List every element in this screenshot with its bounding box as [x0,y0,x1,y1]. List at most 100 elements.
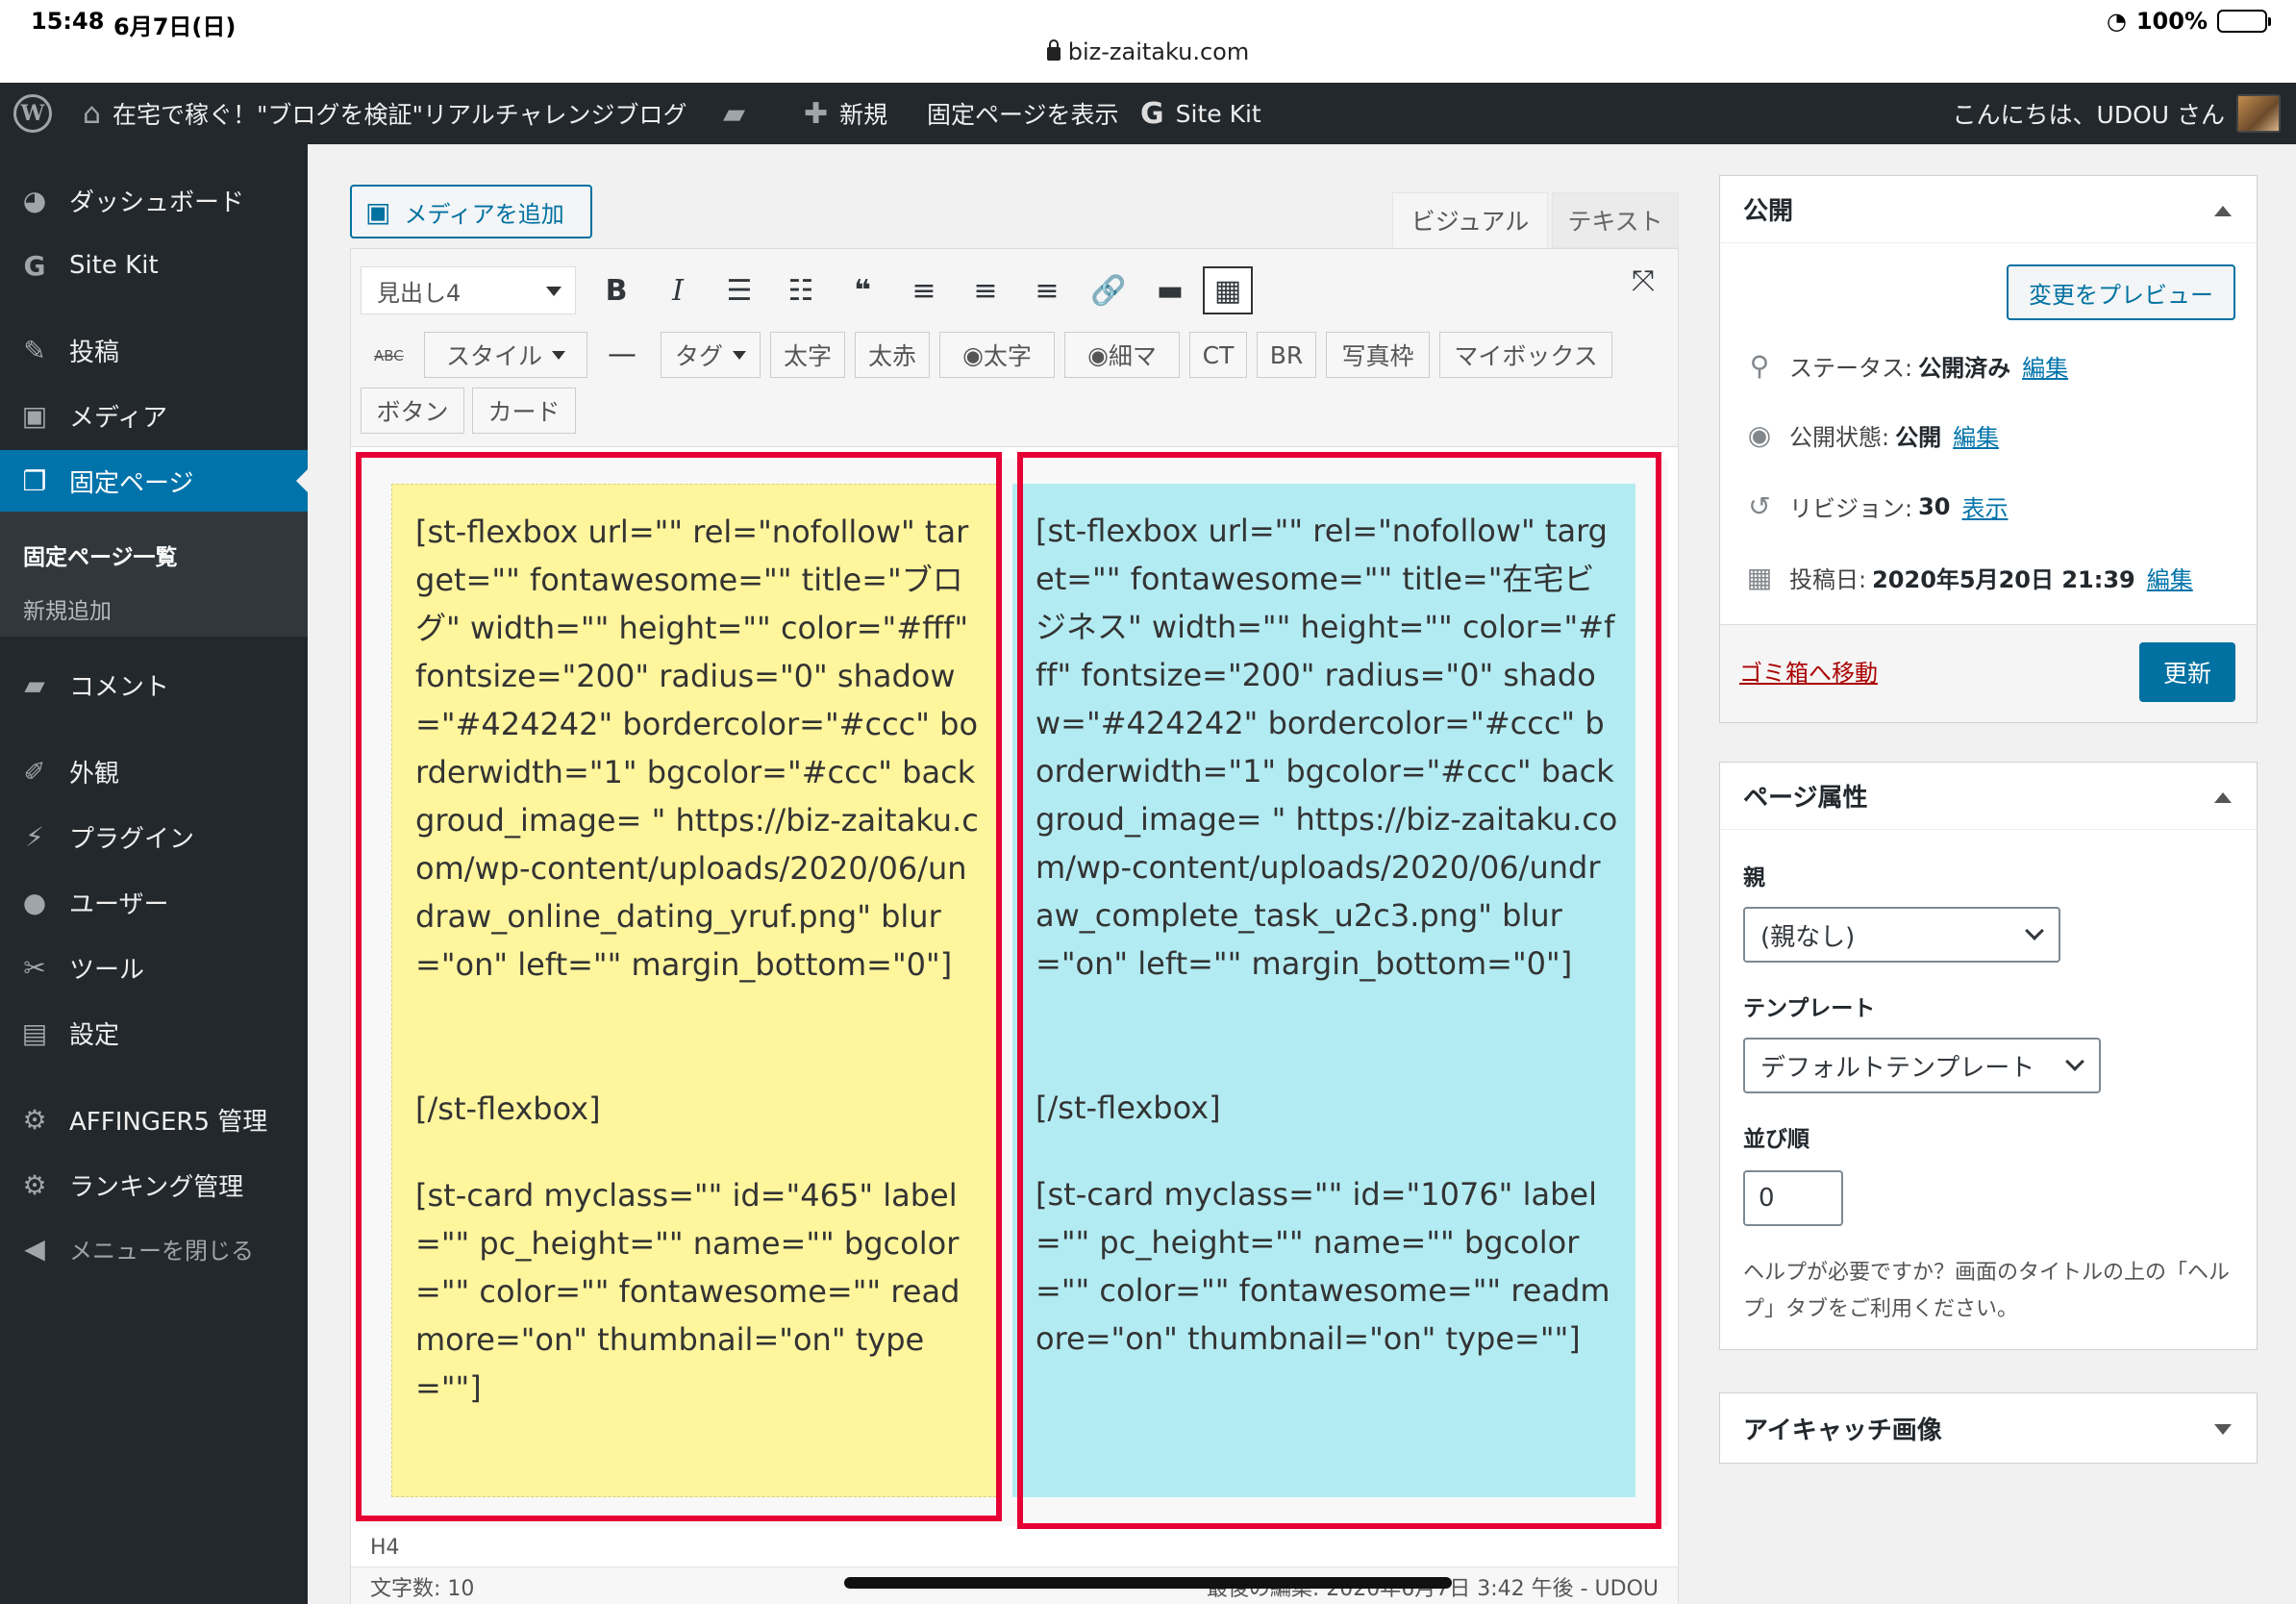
order-input[interactable]: 0 [1743,1170,1843,1226]
align-center-icon[interactable]: ≡ [961,266,1011,314]
page-attributes-box: ページ属性 親 (親なし) テンプレート デフォルトテンプレート 並び順 0 ヘ… [1719,762,2258,1350]
italic-icon[interactable]: I [653,266,703,314]
bullet-list-icon[interactable]: ☰ [714,266,764,314]
submenu-add-new[interactable]: 新規追加 [23,592,112,625]
flexbox-left-yellow[interactable]: [st-flexbox url="" rel="nofollow" target… [391,484,1001,1497]
revisions-row: ↺ リビジョン: 30 表示 [1737,489,2009,523]
view-page-link[interactable]: 固定ページを表示 [927,83,1119,144]
template-select-value: デフォルトテンプレート [1760,1053,2035,1083]
element-path[interactable]: H4 [351,1528,1678,1566]
featured-image-box[interactable]: アイキャッチ画像 [1719,1392,2258,1464]
sidebar-item-media[interactable]: ▣ メディア [0,385,308,446]
tab-text[interactable]: テキスト [1552,192,1679,248]
strikethrough-button[interactable]: ABC [374,347,404,364]
sidebar-item-ranking[interactable]: ⚙ ランキング管理 [0,1154,308,1216]
user-bold-label: 太字 [983,342,1032,370]
tab-visual[interactable]: ビジュアル [1392,192,1548,248]
sidebar-item-tools[interactable]: ✂ ツール [0,937,308,998]
eye-icon: ◉ [1747,419,1772,451]
gear-icon: ⚙ [22,1168,47,1201]
align-left-icon[interactable]: ≡ [899,266,949,314]
fullscreen-icon[interactable]: ⤧ [1618,257,1668,305]
sidebar-item-dashboard[interactable]: ◕ ダッシュボード [0,169,308,231]
update-button[interactable]: 更新 [2139,642,2235,702]
view-page-label: 固定ページを表示 [927,101,1119,129]
wordpress-icon: W [13,94,52,133]
horizontal-rule-icon[interactable]: — [597,330,647,378]
comments-link[interactable]: ▰ [723,83,757,144]
edit-visibility-link[interactable]: 編集 [1953,418,1999,452]
card-shortcode-button[interactable]: カード [472,388,576,434]
browse-revisions-link[interactable]: 表示 [1962,489,2009,523]
account-menu[interactable]: こんにちは、UDOU さん [1953,83,2281,144]
submenu-pages-list[interactable]: 固定ページ一覧 [23,539,178,571]
site-name-link[interactable]: ⌂ 在宅で稼ぐ！"ブログを検証"リアルチャレンジブログ [83,83,687,144]
sidebar-item-affinger[interactable]: ⚙ AFFINGER5 管理 [0,1089,308,1150]
sidebar-item-settings[interactable]: ▤ 設定 [0,1002,308,1064]
sidebar-item-appearance[interactable]: ✐ 外観 [0,740,308,802]
comment-bubble-icon: ▰ [24,668,45,701]
ct-button[interactable]: CT [1189,332,1247,378]
move-to-trash-link[interactable]: ゴミ箱へ移動 [1739,654,1878,688]
format-select[interactable]: 見出し4 [361,266,576,314]
card-shortcode: [st-card myclass="" id="465" label="" pc… [415,1177,961,1406]
sidebar-item-label: コメント [69,672,170,702]
format-select-value: 見出し4 [377,279,462,307]
sidebar-item-plugins[interactable]: ⚡ プラグイン [0,806,308,867]
editor-toolbar: 見出し4 B I ☰ ☷ ❝ ≡ ≡ ≡ 🔗 ▬ ▦ ⤧ ABC スタイル — … [351,249,1678,447]
home-icon: ⌂ [83,96,102,131]
collapse-arrow-icon: ◀ [24,1232,45,1265]
user-thin-button[interactable]: ◉ 細マ [1064,332,1180,378]
sitekit-label: Site Kit [1175,99,1261,128]
toolbar-toggle-icon[interactable]: ▦ [1203,266,1253,314]
paintbrush-icon: ✐ [23,755,46,788]
bold-red-button[interactable]: 太赤 [855,332,930,378]
sidebar-item-posts[interactable]: ✎ 投稿 [0,319,308,381]
link-icon[interactable]: 🔗 [1084,266,1134,314]
br-button[interactable]: BR [1257,332,1316,378]
button-shortcode-button[interactable]: ボタン [361,388,464,434]
parent-select[interactable]: (親なし) [1743,907,2060,963]
read-more-icon[interactable]: ▬ [1145,266,1195,314]
edit-date-link[interactable]: 編集 [2147,561,2193,594]
sitekit-link[interactable]: G Site Kit [1140,83,1261,144]
publish-actions: ゴミ箱へ移動 更新 [1720,624,2257,722]
template-select[interactable]: デフォルトテンプレート [1743,1038,2101,1093]
blockquote-icon[interactable]: ❝ [837,266,887,314]
ios-status-bar: 15:48 6月7日(日) ◔ 100% biz-zaitaku.com [0,0,2296,83]
sidebar-item-pages[interactable]: ❐ 固定ページ [0,450,308,512]
align-right-icon[interactable]: ≡ [1022,266,1072,314]
sidebar-item-comments[interactable]: ▰ コメント [0,654,308,715]
sidebar-item-sitekit[interactable]: G Site Kit [0,235,308,296]
sidebar-item-label: 外観 [69,759,120,789]
edit-status-link[interactable]: 編集 [2022,349,2068,383]
style-dropdown[interactable]: スタイル [424,332,587,378]
chevron-down-icon [546,287,562,304]
status-value: 公開済み [1918,355,2011,382]
plug-icon: ⚡ [25,820,44,853]
sidebar-item-users[interactable]: ● ユーザー [0,871,308,933]
bold-marker-button[interactable]: 太字 [770,332,845,378]
expand-toggle-icon[interactable] [2214,1424,2232,1443]
greeting: こんにちは、UDOU さん [1952,101,2225,129]
mybox-button[interactable]: マイボックス [1439,332,1612,378]
add-media-button[interactable]: ▣ メディアを追加 [350,185,592,238]
flexbox-right-blue[interactable]: [st-flexbox url="" rel="nofollow" target… [1012,484,1635,1497]
collapse-toggle-icon[interactable] [2214,197,2232,216]
bold-icon[interactable]: B [591,266,641,314]
collapse-menu-button[interactable]: ◀ メニューを閉じる [0,1217,308,1279]
editor-content[interactable]: [st-flexbox url="" rel="nofollow" target… [361,459,1668,1526]
date: 6月7日(日) [113,13,237,40]
address-bar[interactable]: biz-zaitaku.com [0,38,2296,65]
photo-frame-button[interactable]: 写真枠 [1326,332,1430,378]
wp-logo-menu[interactable]: W [13,83,52,144]
new-content-menu[interactable]: ✚ 新規 [804,83,887,144]
url-text: biz-zaitaku.com [1067,38,1250,65]
sidebar-item-label: ツール [69,955,145,985]
sidebar-item-label: ダッシュボード [69,188,245,217]
numbered-list-icon[interactable]: ☷ [776,266,826,314]
collapse-toggle-icon[interactable] [2214,784,2232,803]
preview-changes-button[interactable]: 変更をプレビュー [2007,264,2235,320]
tag-dropdown[interactable]: タグ [661,332,761,378]
user-bold-button[interactable]: ◉ 太字 [939,332,1055,378]
